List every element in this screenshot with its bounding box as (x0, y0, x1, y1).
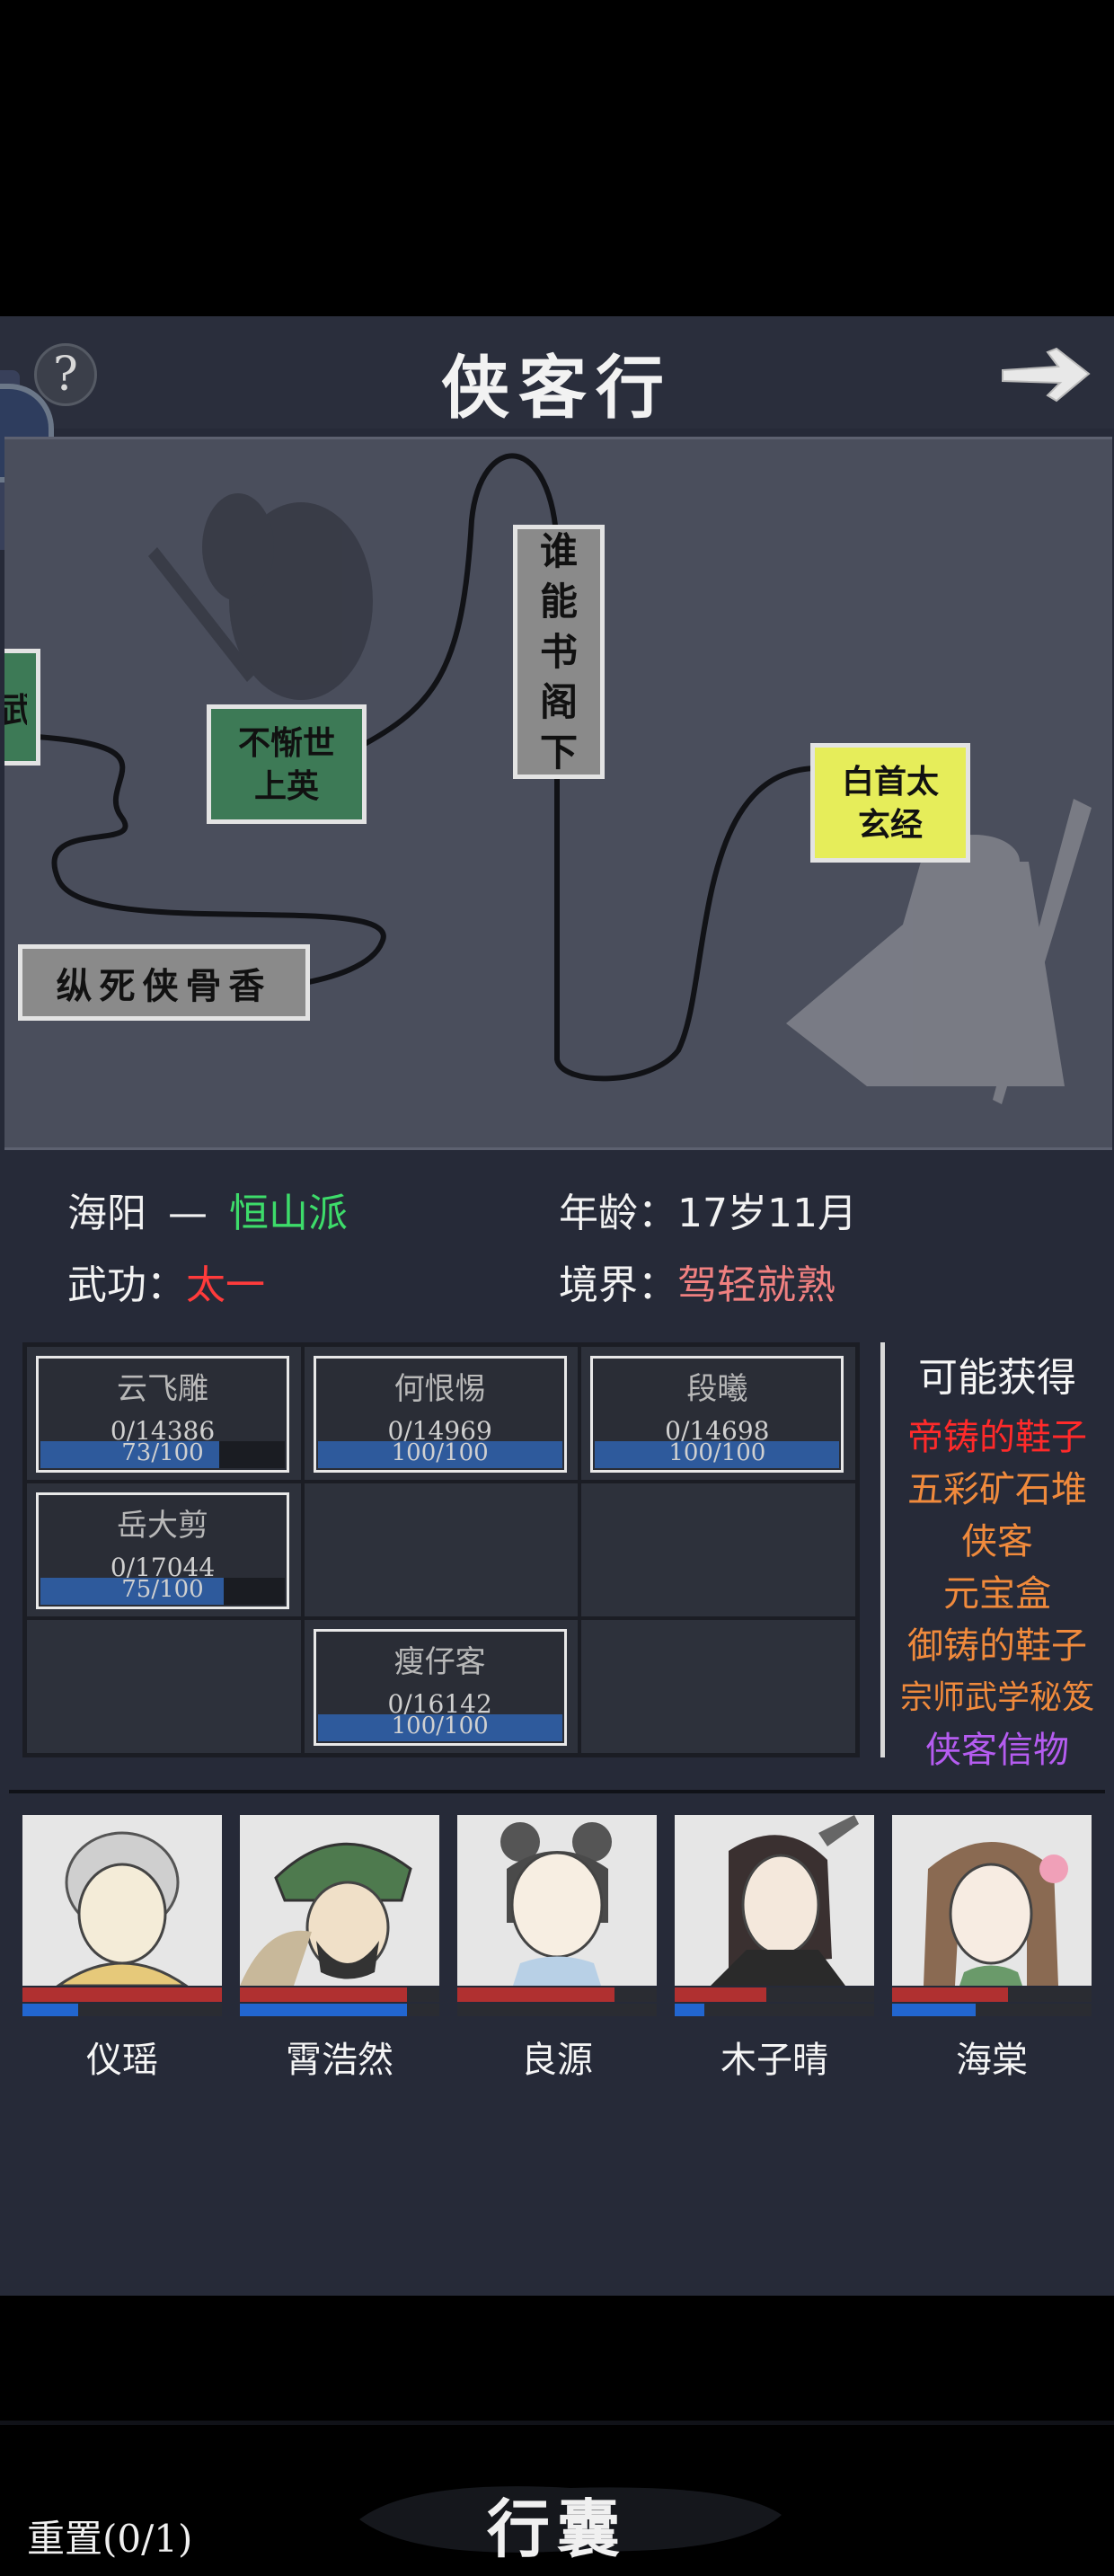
mp-bar (240, 2004, 439, 2016)
grid-cell-empty (579, 1618, 857, 1755)
map-node-0[interactable]: 武 (4, 649, 40, 766)
hp-bar (22, 1987, 222, 2002)
enemy-grid: 云飞雕 0/14386 73/100 何恨惕 0/14969 100/100 段… (22, 1342, 860, 1757)
member-name: 木子晴 (721, 2040, 828, 2081)
grid-cell: 云飞雕 0/14386 73/100 (25, 1345, 303, 1482)
next-arrow-icon[interactable] (995, 343, 1094, 406)
member-name: 霄浩然 (286, 2040, 393, 2081)
member-name: 良源 (521, 2040, 593, 2081)
hero-martial: 武功：太一 (67, 1262, 265, 1308)
grid-cell-empty (579, 1482, 857, 1618)
rewards-title: 可能获得 (918, 1355, 1076, 1401)
grid-cell: 瘦仔客 0/16142 100/100 (302, 1618, 580, 1755)
enemy-bar: 75/100 (40, 1576, 285, 1605)
member-name: 仪瑶 (86, 2040, 158, 2081)
enemy-bar: 100/100 (595, 1439, 840, 1468)
enemy-bar: 73/100 (40, 1439, 285, 1468)
mp-bar (675, 2004, 874, 2016)
mp-bar (892, 2004, 1092, 2016)
hero-name: 海阳 (67, 1191, 146, 1236)
reward-item[interactable]: 元宝盒 (889, 1568, 1105, 1620)
header-bar: ? 侠客行 (0, 316, 1114, 550)
avatar (892, 1815, 1092, 1986)
reward-item[interactable]: 帝铸的鞋子 (889, 1412, 1105, 1464)
map-node-2[interactable]: 谁能书阁下 (513, 525, 605, 779)
enemy-card[interactable]: 何恨惕 0/14969 100/100 (313, 1356, 567, 1473)
hp-bar (892, 1987, 1092, 2002)
reward-item[interactable]: 侠客信物 (889, 1724, 1105, 1776)
enemy-card[interactable]: 岳大剪 0/17044 75/100 (36, 1492, 289, 1609)
martial-value[interactable]: 太一 (186, 1262, 265, 1308)
possible-rewards: 可能获得 帝铸的鞋子 五彩矿石堆 侠客 元宝盒 御铸的鞋子 宗师武学秘笈 侠客信… (889, 1345, 1105, 1776)
grid-cell-empty (302, 1482, 580, 1618)
avatar (22, 1815, 222, 1986)
grid-cell: 岳大剪 0/17044 75/100 (25, 1482, 303, 1618)
member-name: 海棠 (956, 2040, 1028, 2081)
map-node-1[interactable]: 不惭世上英 (207, 704, 367, 824)
hero-sect[interactable]: 恒山派 (229, 1191, 348, 1236)
hero-age: 年龄：17岁11月 (559, 1191, 857, 1236)
enemy-card[interactable]: 段曦 0/14698 100/100 (590, 1356, 844, 1473)
avatar (675, 1815, 874, 1986)
mp-bar (457, 2004, 657, 2016)
name-dash: — (168, 1191, 208, 1236)
map-node-3[interactable]: 白首太玄经 (810, 743, 970, 863)
page-title: 侠客行 (441, 348, 673, 428)
hp-bar (240, 1987, 439, 2002)
reward-item[interactable]: 宗师武学秘笈 (889, 1672, 1105, 1724)
rewards-divider (880, 1342, 885, 1757)
hero-realm: 境界：驾轻就熟 (559, 1262, 836, 1308)
team-divider (9, 1790, 1105, 1793)
map-node-4[interactable]: 纵死侠骨香 (18, 944, 310, 1021)
avatar (240, 1815, 439, 1986)
reward-item[interactable]: 御铸的鞋子 (889, 1620, 1105, 1672)
grid-cell-empty (25, 1618, 303, 1755)
hp-bar (457, 1987, 657, 2002)
footer-divider (0, 2421, 1114, 2425)
reward-item[interactable]: 五彩矿石堆 (889, 1464, 1105, 1516)
enemy-card[interactable]: 云飞雕 0/14386 73/100 (36, 1356, 289, 1473)
avatar (457, 1815, 657, 1986)
game-screen: ? 侠客行 武 不惭世上英 谁 (0, 316, 1114, 2566)
reset-button[interactable]: 重置(0/1) (27, 2509, 192, 2563)
mp-bar (22, 2004, 222, 2016)
reward-item[interactable]: 侠客 (889, 1516, 1105, 1568)
grid-cell: 段曦 0/14698 100/100 (579, 1345, 857, 1482)
journey-map: 武 不惭世上英 谁能书阁下 白首太玄经 纵死侠骨香 (4, 437, 1112, 1150)
hp-bar (675, 1987, 874, 2002)
hero-name-sect: 海阳 — 恒山派 (67, 1181, 348, 1238)
enemy-bar: 100/100 (317, 1439, 562, 1468)
enemy-bar: 100/100 (317, 1713, 562, 1741)
enemy-card[interactable]: 瘦仔客 0/16142 100/100 (313, 1629, 567, 1746)
grid-cell: 何恨惕 0/14969 100/100 (302, 1345, 580, 1482)
